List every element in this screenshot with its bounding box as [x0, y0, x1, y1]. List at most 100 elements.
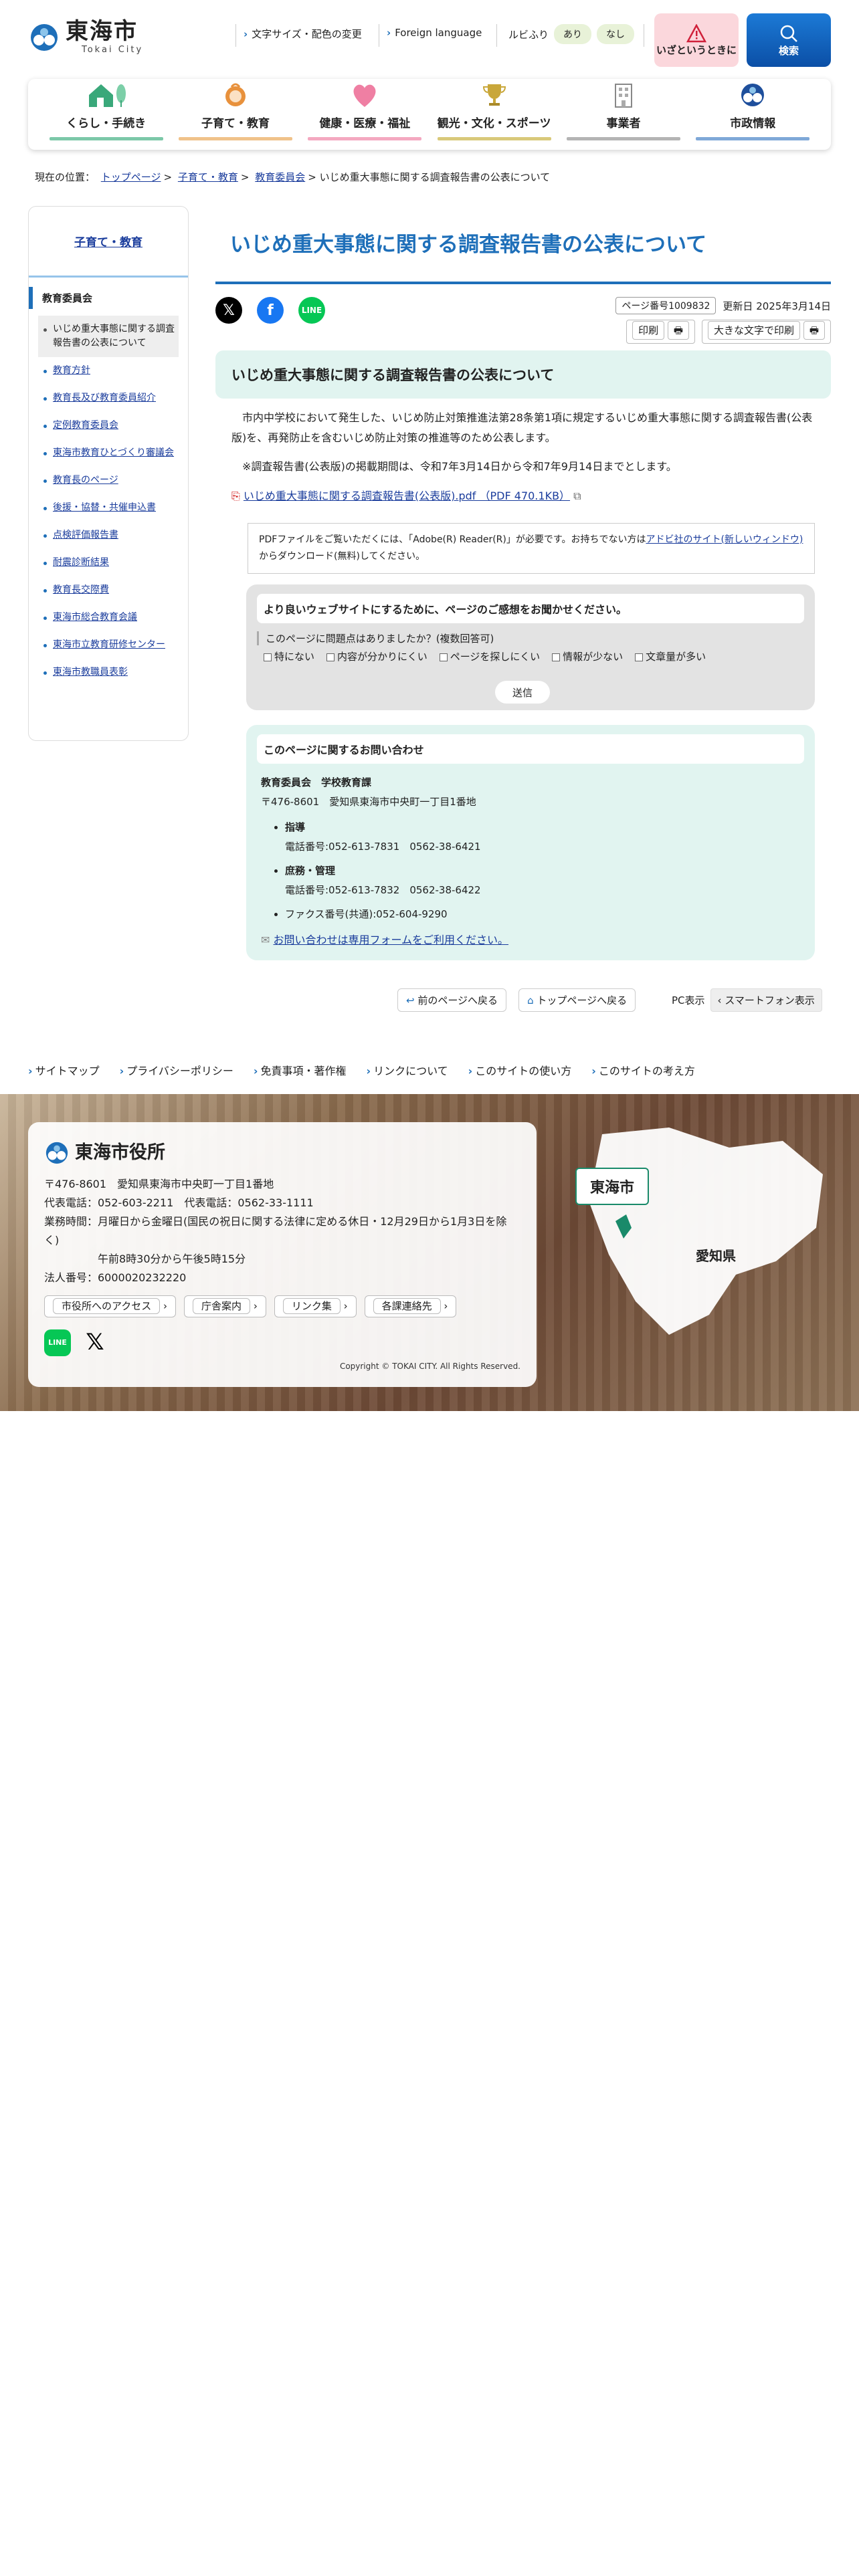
smartphone-view-button[interactable]: ‹ スマートフォン表示	[710, 988, 822, 1012]
sidebar-item[interactable]: 定例教育委員会	[38, 412, 179, 439]
gnav-children-education[interactable]: 子育て・教育	[178, 82, 292, 140]
sidebar: 子育て・教育 教育委員会 いじめ重大事態に関する調査報告書の公表について 教育方…	[28, 206, 189, 741]
sidebar-item[interactable]: 教育長及び教育委員紹介	[38, 385, 179, 412]
sidebar-item-link[interactable]: 点検評価報告書	[53, 530, 118, 540]
footer-link[interactable]: › 免責事項・著作権	[254, 1062, 347, 1078]
feedback-checkbox[interactable]: 特にない	[264, 649, 314, 663]
breadcrumb-link-top[interactable]: トップページ	[101, 171, 161, 183]
emergency-button[interactable]: いざというときに	[654, 13, 739, 67]
sidebar-item[interactable]: 東海市立教育研修センター	[38, 631, 179, 659]
footer-access-link[interactable]: 市役所へのアクセス ›	[44, 1295, 177, 1317]
gnav-tourism[interactable]: 観光・文化・スポーツ	[437, 82, 551, 140]
search-button[interactable]: 検索	[747, 13, 831, 67]
option-label: 情報が少ない	[563, 651, 624, 663]
feedback-checkbox[interactable]: 内容が分かりにくい	[326, 649, 427, 663]
sidebar-item[interactable]: 耐震診断結果	[38, 549, 179, 576]
sidebar-item[interactable]: 東海市教育ひとづくり審議会	[38, 439, 179, 467]
print-button[interactable]: 印刷 🖶	[626, 320, 696, 344]
contact-form-link[interactable]: お問い合わせは専用フォームをご利用ください。	[274, 934, 509, 946]
sidebar-section-label[interactable]: 教育委員会	[42, 292, 92, 304]
gnav-living[interactable]: くらし・手続き	[49, 82, 163, 140]
text-size-link[interactable]: › 文字サイズ・配色の変更	[244, 27, 362, 41]
pdf-note: PDFファイルをご覧いただくには、「Adobe(R) Reader(R)」が必要…	[248, 523, 815, 574]
sidebar-item-link[interactable]: 東海市教育ひとづくり審議会	[53, 447, 174, 458]
top-page-button[interactable]: ⌂ トップページへ戻る	[518, 988, 636, 1012]
x-share-icon[interactable]: 𝕏	[215, 297, 242, 324]
pc-view-label[interactable]: PC表示	[672, 993, 705, 1007]
line-share-icon[interactable]: LINE	[298, 297, 325, 324]
pdf-note-text: からダウンロード(無料)してください。	[259, 551, 425, 562]
sidebar-item-link[interactable]: 耐震診断結果	[53, 557, 109, 568]
checkbox-icon[interactable]	[439, 653, 448, 661]
footer-link[interactable]: › このサイトの考え方	[591, 1062, 695, 1078]
body-paragraph: 市内中学校において発生した、いじめ防止対策推進法第28条第1項に規定するいじめ重…	[231, 411, 813, 445]
sidebar-item-link[interactable]: 後援・協替・共催申込書	[53, 502, 156, 513]
gnav-underline	[308, 137, 422, 140]
divider	[496, 24, 497, 47]
footer-link[interactable]: › このサイトの使い方	[468, 1062, 572, 1078]
back-button[interactable]: ↩ 前のページへ戻る	[397, 988, 507, 1012]
facebook-share-icon[interactable]: f	[257, 297, 284, 324]
gnav-underline	[566, 137, 680, 140]
checkbox-icon[interactable]	[326, 653, 335, 661]
location-map: 東海市 愛知県	[562, 1121, 830, 1341]
feedback-checkbox[interactable]: 文章量が多い	[635, 649, 706, 663]
gnav-city-info[interactable]: 市政情報	[696, 82, 810, 140]
printer-icon: 🖶	[803, 321, 825, 340]
feedback-submit-button[interactable]: 送信	[495, 681, 550, 704]
checkbox-icon[interactable]	[635, 653, 644, 661]
sidebar-item[interactable]: 東海市総合教育会議	[38, 604, 179, 631]
sidebar-item[interactable]: 教育方針	[38, 357, 179, 385]
warning-icon	[686, 23, 706, 42]
sidebar-item-link[interactable]: 教育長交際費	[53, 584, 109, 595]
city-emblem-icon	[741, 84, 765, 106]
sidebar-item-link[interactable]: 東海市教職員表彰	[53, 667, 128, 677]
sidebar-item-label: いじめ重大事態に関する調査報告書の公表について	[53, 324, 175, 348]
sidebar-item-current[interactable]: いじめ重大事態に関する調査報告書の公表について	[38, 316, 179, 357]
checkbox-icon[interactable]	[552, 653, 561, 661]
sidebar-item[interactable]: 東海市教職員表彰	[38, 659, 179, 686]
x-icon[interactable]: 𝕏	[82, 1329, 108, 1356]
footer-building-link[interactable]: 庁舎案内 ›	[184, 1295, 266, 1317]
breadcrumb-link-board[interactable]: 教育委員会	[255, 171, 305, 183]
sidebar-item-link[interactable]: 教育長のページ	[53, 475, 118, 486]
ruby-off-button[interactable]: なし	[597, 24, 635, 44]
breadcrumb-link-children[interactable]: 子育て・教育	[178, 171, 238, 183]
search-label: 検索	[778, 44, 799, 57]
sidebar-item[interactable]: 教育長交際費	[38, 576, 179, 604]
checkbox-icon[interactable]	[264, 653, 272, 661]
footer-link[interactable]: › サイトマップ	[28, 1062, 100, 1078]
sidebar-item[interactable]: 教育長のページ	[38, 467, 179, 494]
ruby-on-button[interactable]: あり	[554, 24, 592, 44]
line-icon[interactable]: LINE	[44, 1329, 71, 1356]
print-large-button[interactable]: 大きな文字で印刷 🖶	[702, 320, 831, 344]
sidebar-item-link[interactable]: 東海市立教育研修センター	[53, 639, 165, 650]
sidebar-item-link[interactable]: 教育方針	[53, 365, 90, 376]
sidebar-title-link[interactable]: 子育て・教育	[74, 233, 142, 249]
sidebar-item-link[interactable]: 東海市総合教育会議	[53, 612, 137, 623]
footer-hours: 業務時間：月曜日から金曜日(国民の祝日に関する法律に定める休日・12月29日から…	[44, 1215, 507, 1247]
child-icon	[225, 83, 246, 106]
body-paragraph: ※調査報告書(公表版)の掲載期間は、令和7年3月14日から令和7年9月14日まで…	[242, 459, 677, 473]
feedback-checkbox[interactable]: 情報が少ない	[552, 649, 623, 663]
site-logo[interactable]: 東海市 Tokai City	[28, 20, 143, 54]
footer-links: 市役所へのアクセス › 庁舎案内 › リンク集 › 各課連絡先 ›	[44, 1295, 520, 1317]
gnav-health[interactable]: 健康・医療・福祉	[308, 82, 422, 140]
footer-link[interactable]: › リンクについて	[367, 1062, 448, 1078]
sidebar-item[interactable]: 後援・協替・共催申込書	[38, 494, 179, 522]
adobe-link[interactable]: アドビ社のサイト(新しいウィンドウ)	[646, 534, 803, 545]
print-label: 印刷	[632, 321, 665, 340]
gnav-business[interactable]: 事業者	[566, 82, 680, 140]
contact-fax: ファクス番号(共通):052-604-9290	[285, 905, 800, 924]
footer-link[interactable]: › プライバシーポリシー	[120, 1062, 233, 1078]
sidebar-item-link[interactable]: 定例教育委員会	[53, 420, 118, 431]
sidebar-item[interactable]: 点検評価報告書	[38, 522, 179, 549]
footer-linkcollection-link[interactable]: リンク集 ›	[274, 1295, 357, 1317]
sidebar-item-link[interactable]: 教育長及び教育委員紹介	[53, 393, 156, 403]
foreign-language-link[interactable]: › Foreign language	[387, 27, 482, 39]
footer-contacts-link[interactable]: 各課連絡先 ›	[364, 1295, 457, 1317]
pdf-link[interactable]: いじめ重大事態に関する調査報告書(公表版).pdf （PDF 470.1KB）	[244, 490, 570, 502]
gnav-label: 観光・文化・スポーツ	[437, 117, 551, 130]
chevron-right-icon: ›	[366, 1065, 371, 1077]
feedback-checkbox[interactable]: ページを探しにくい	[439, 649, 540, 663]
